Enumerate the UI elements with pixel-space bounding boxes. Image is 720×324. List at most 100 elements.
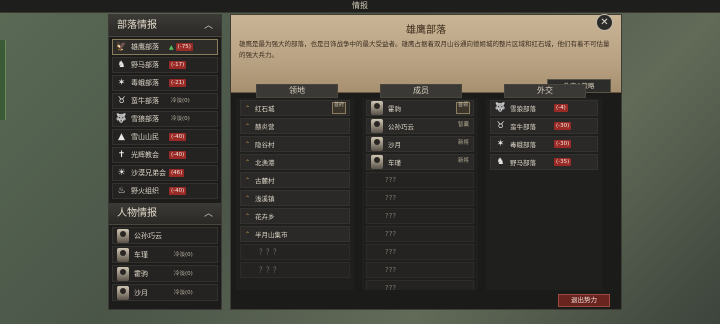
faction-item[interactable]: ▲ 雪山山民 (-40) xyxy=(112,129,218,145)
faction-item[interactable]: ☀ 沙漠兄弟会 (46) xyxy=(112,165,218,181)
territory-item[interactable]: ⌃ 赫炎营 xyxy=(240,118,350,134)
member-empty-slot: ??? xyxy=(366,226,474,242)
person-name: 沙月 xyxy=(134,288,148,297)
member-empty-slot: ??? xyxy=(366,244,474,260)
diplomacy-faction-name: 蛮牛部落 xyxy=(510,123,536,131)
relation-badge: (46) xyxy=(169,169,185,177)
fire-icon: ♨ xyxy=(117,186,126,196)
horse-icon: ♞ xyxy=(117,60,126,70)
chevron-up-icon: ⌃ xyxy=(245,194,251,202)
self-marker-icon: ▲ xyxy=(169,43,174,51)
chevron-up-icon: ⌃ xyxy=(245,122,251,130)
faction-name: 雪狼部落 xyxy=(131,115,159,123)
diplomacy-faction-name: 毒蛾部落 xyxy=(510,141,536,149)
member-item[interactable]: 公孙巧云 智囊 xyxy=(366,118,474,134)
diplomacy-faction-name: 雪狼部落 xyxy=(510,105,536,113)
bull-icon: ♉ xyxy=(117,96,126,106)
window-title: 情报 xyxy=(0,0,720,13)
diplomacy-faction-name: 野马部落 xyxy=(510,159,536,167)
person-item[interactable]: 公孙巧云 xyxy=(112,227,218,244)
member-item[interactable]: 车瑾 新将 xyxy=(366,154,474,170)
territory-name: 隐谷村 xyxy=(255,141,275,149)
member-role-tag: 首领 xyxy=(456,102,470,114)
faction-item[interactable]: ✶ 毒蛾部落 (-21) xyxy=(112,75,218,91)
moth-icon: ✶ xyxy=(117,78,126,88)
chevron-up-icon[interactable]: ︿ xyxy=(204,203,213,225)
faction-name: 毒蛾部落 xyxy=(131,79,159,87)
territory-item[interactable]: ⌃ 浅溪镇 xyxy=(240,190,350,206)
territory-item[interactable]: ⌃ 古麓村 xyxy=(240,172,350,188)
diplomacy-item[interactable]: 🐺 雪狼部落 (-4) xyxy=(490,100,598,116)
member-empty-slot: ??? xyxy=(366,208,474,224)
territory-item[interactable]: ⌃ 花卉乡 xyxy=(240,208,350,224)
member-list[interactable]: 霍驹 首领 公孙巧云 智囊 沙月 新将 车瑾 新将????????????????????? xyxy=(362,98,478,290)
territory-name: 花卉乡 xyxy=(255,213,275,221)
territory-item[interactable]: ？？？ xyxy=(240,262,350,278)
diplomacy-item[interactable]: ✶ 毒蛾部落 (-30) xyxy=(490,136,598,152)
faction-name: 雄鹰部落 xyxy=(131,43,159,51)
faction-name: 光辉教会 xyxy=(131,151,159,159)
person-item[interactable]: 霍驹 冷淡(0) xyxy=(112,265,218,282)
faction-item[interactable]: ♉ 蛮牛部落 冷淡(0) xyxy=(112,93,218,109)
chevron-up-icon: ⌃ xyxy=(245,212,251,220)
relation-badge: (-40) xyxy=(169,133,187,141)
faction-item[interactable]: ♨ 野火组织 (-40) xyxy=(112,183,218,199)
faction-item[interactable]: ♞ 野马部落 (-17) xyxy=(112,57,218,73)
territory-item[interactable]: ⌃ 隐谷村 xyxy=(240,136,350,152)
relation-badge: (-40) xyxy=(169,187,187,195)
territory-item[interactable]: ？？？ xyxy=(240,244,350,260)
desert-icon: ☀ xyxy=(117,168,126,178)
relation-badge: (-35) xyxy=(554,158,572,166)
faction-item[interactable]: 🐺 雪狼部落 冷淡(0) xyxy=(112,111,218,127)
member-name: 公孙巧云 xyxy=(388,123,414,131)
close-icon[interactable]: ✕ xyxy=(596,14,613,31)
territory-name: 赫炎营 xyxy=(255,123,275,131)
chevron-up-icon: ⌃ xyxy=(245,230,251,238)
avatar xyxy=(371,137,383,151)
mountain-icon: ▲ xyxy=(118,132,125,142)
territory-header: 领地 xyxy=(256,84,338,98)
member-role-tag: 新将 xyxy=(457,158,469,164)
members-header: 成员 xyxy=(380,84,462,98)
moth-icon: ✶ xyxy=(496,139,505,149)
diplomacy-header: 外交 xyxy=(504,84,586,98)
faction-name: 蛮牛部落 xyxy=(131,97,159,105)
territory-name: 北漁港 xyxy=(255,159,275,167)
diplomacy-list[interactable]: 🐺 雪狼部落 (-4) ♉ 蛮牛部落 (-30) ✶ 毒蛾部落 (-30) ♞ 野马部落 (-35) xyxy=(486,98,602,290)
chevron-up-icon[interactable]: ︿ xyxy=(204,15,213,37)
territory-list[interactable]: ⌃ 红石城 首府 ⌃ 赫炎营 ⌃ 隐谷村 ⌃ 北漁港 ⌃ 古麓村 ⌃ 浅溪镇 ⌃ 花卉乡 ⌃ 半月山集市 ？？？ ？… xyxy=(236,98,354,290)
avatar xyxy=(117,247,129,262)
faction-name: 野火组织 xyxy=(131,187,159,195)
territory-item[interactable]: ⌃ 半月山集市 xyxy=(240,226,350,242)
faction-description: 雄鹰是最为强大的部落，也是日饰战争中的最大受益者。雄鹰占据着双月山谷通向德姬城的… xyxy=(239,40,610,59)
member-name: 沙月 xyxy=(388,141,401,149)
chevron-up-icon: ⌃ xyxy=(245,140,251,148)
exit-faction-button[interactable]: 退出势力 xyxy=(558,294,610,307)
relation-badge: (-17) xyxy=(169,61,187,69)
faction-name: 雪山山民 xyxy=(131,133,159,141)
person-name: 霍驹 xyxy=(134,269,148,278)
member-item[interactable]: 霍驹 首领 xyxy=(366,100,474,116)
bull-icon: ♉ xyxy=(496,121,505,131)
relation-badge: (-30) xyxy=(554,122,572,130)
factions-header[interactable]: 部落情报 ︿ xyxy=(109,15,221,37)
diplomacy-item[interactable]: ♉ 蛮牛部落 (-30) xyxy=(490,118,598,134)
relation-badge: (-40) xyxy=(169,151,187,159)
faction-item[interactable]: 🦅 雄鹰部落 ▲ (-75) xyxy=(112,39,218,55)
persons-header[interactable]: 人物情报 ︿ xyxy=(109,203,221,225)
person-name: 公孙巧云 xyxy=(134,231,162,240)
persons-header-label: 人物情报 xyxy=(117,208,157,219)
territory-name: 浅溪镇 xyxy=(255,195,275,203)
member-item[interactable]: 沙月 新将 xyxy=(366,136,474,152)
chevron-up-icon: ⌃ xyxy=(245,176,251,184)
diplomacy-item[interactable]: ♞ 野马部落 (-35) xyxy=(490,154,598,170)
chevron-up-icon: ⌃ xyxy=(245,158,251,166)
capital-tag: 首府 xyxy=(332,102,346,114)
territory-item[interactable]: ⌃ 北漁港 xyxy=(240,154,350,170)
person-item[interactable]: 车瑾 冷淡(0) xyxy=(112,246,218,263)
person-list: 公孙巧云车瑾 冷淡(0) 霍驹 冷淡(0) 沙月 冷淡(0) xyxy=(109,227,221,301)
faction-item[interactable]: ✝ 光辉教会 (-40) xyxy=(112,147,218,163)
territory-item[interactable]: ⌃ 红石城 首府 xyxy=(240,100,350,116)
side-tab[interactable] xyxy=(0,40,6,120)
person-item[interactable]: 沙月 冷淡(0) xyxy=(112,284,218,301)
